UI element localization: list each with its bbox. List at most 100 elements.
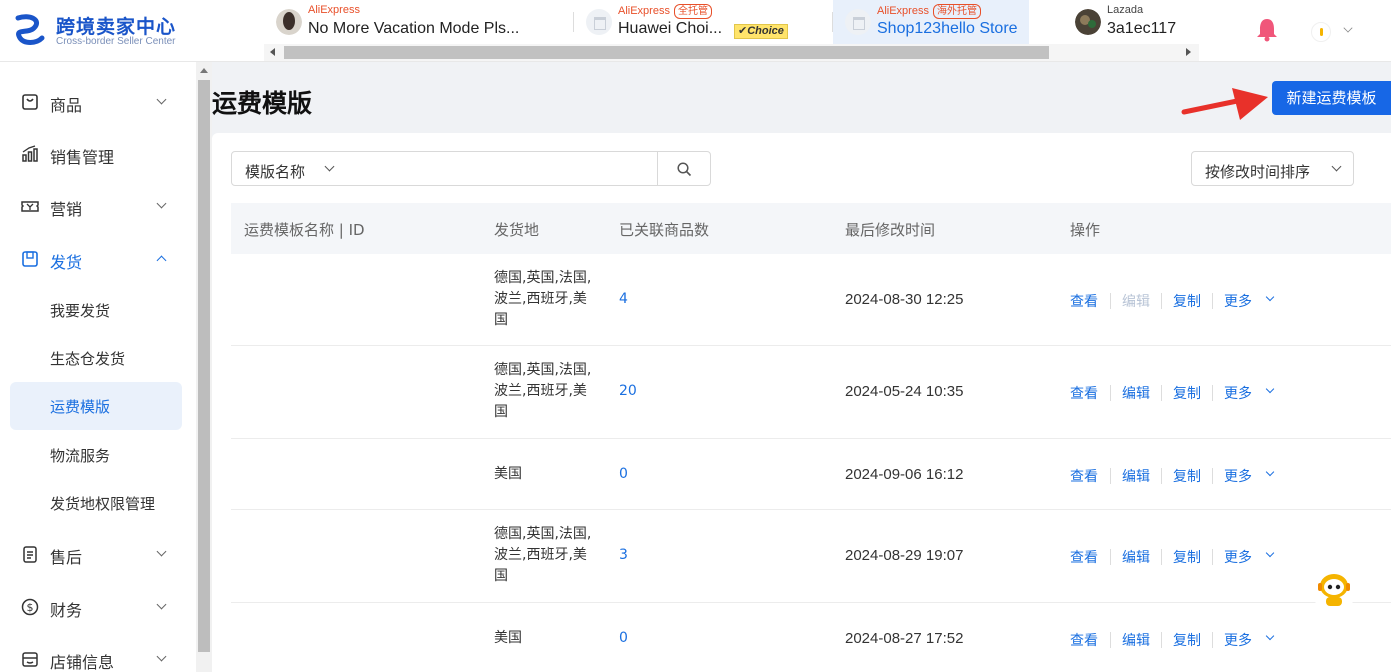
sidebar-item-finance[interactable]: $ 财务 xyxy=(10,583,182,631)
scroll-up-icon[interactable] xyxy=(200,68,208,73)
search-input[interactable] xyxy=(347,151,658,186)
scroll-left-icon[interactable] xyxy=(270,48,275,56)
sidebar-scrollbar[interactable] xyxy=(196,62,212,672)
sidebar-subitem-ship-now[interactable]: 我要发货 xyxy=(10,286,182,334)
linked-count-link[interactable]: 4 xyxy=(619,291,628,307)
copy-link[interactable]: 复制 xyxy=(1173,291,1201,311)
scrollbar-thumb[interactable] xyxy=(198,80,210,652)
search-field-select[interactable]: 模版名称 xyxy=(231,151,348,186)
shop-platform: AliExpress 全托管 xyxy=(618,4,712,19)
search-button[interactable] xyxy=(657,151,711,186)
chevron-up-icon xyxy=(156,255,167,266)
linked-count-link[interactable]: 20 xyxy=(619,383,637,399)
new-freight-template-button[interactable]: 新建运费模板 xyxy=(1272,81,1391,115)
shop-tab-4[interactable]: Lazada 3a1ec117 xyxy=(1063,0,1199,44)
chevron-down-icon[interactable] xyxy=(1265,548,1275,558)
sidebar-subitem-logistics[interactable]: 物流服务 xyxy=(10,431,182,479)
column-header: 最后修改时间 xyxy=(845,221,936,239)
scrollbar-thumb[interactable] xyxy=(284,46,1049,59)
edit-link[interactable]: 编辑 xyxy=(1122,630,1150,650)
divider xyxy=(1110,632,1111,648)
edit-link[interactable]: 编辑 xyxy=(1122,466,1150,486)
view-link[interactable]: 查看 xyxy=(1070,291,1098,311)
chevron-down-icon[interactable] xyxy=(1265,467,1275,477)
shop-platform: Lazada xyxy=(1107,4,1144,16)
divider xyxy=(1212,385,1213,401)
search-icon xyxy=(677,162,692,177)
shop-name: 3a1ec117 xyxy=(1107,20,1177,37)
sidebar-subitem-label: 物流服务 xyxy=(50,447,111,465)
view-link[interactable]: 查看 xyxy=(1070,547,1098,567)
column-header: 发货地 xyxy=(494,221,540,239)
chevron-down-icon xyxy=(156,546,167,557)
sidebar-subitem-origin-permissions[interactable]: 发货地权限管理 xyxy=(10,479,182,527)
shop-switcher: AliExpress No More Vacation Mode Pls... … xyxy=(264,0,1199,44)
sidebar-item-store-info[interactable]: 店铺信息 xyxy=(10,635,182,672)
chevron-down-icon[interactable] xyxy=(1265,631,1275,641)
store-icon xyxy=(22,652,38,667)
edit-link[interactable]: 编辑 xyxy=(1122,291,1150,311)
logo[interactable]: 跨境卖家中心 Cross-border Seller Center xyxy=(10,10,190,50)
box-icon xyxy=(22,251,38,267)
more-link[interactable]: 更多 xyxy=(1224,630,1252,650)
divider xyxy=(1212,549,1213,565)
copy-link[interactable]: 复制 xyxy=(1173,466,1201,486)
view-link[interactable]: 查看 xyxy=(1070,466,1098,486)
sidebar-subitem-freight-templates[interactable]: 运费模版 xyxy=(10,382,182,430)
scroll-right-icon[interactable] xyxy=(1186,48,1191,56)
dollar-icon: $ xyxy=(21,598,39,616)
shop-tab-1[interactable]: AliExpress No More Vacation Mode Pls... xyxy=(264,0,574,44)
sidebar-item-sales[interactable]: 销售管理 xyxy=(10,130,182,178)
sidebar-item-after-sales[interactable]: 售后 xyxy=(10,530,182,578)
linked-count-link[interactable]: 0 xyxy=(619,466,628,482)
user-avatar[interactable] xyxy=(1311,22,1331,42)
chart-icon xyxy=(22,145,38,162)
shop-platform: AliExpress xyxy=(308,4,360,16)
sort-select[interactable]: 按修改时间排序 xyxy=(1191,151,1354,186)
clipboard-icon xyxy=(23,546,37,563)
chevron-down-icon xyxy=(156,94,167,105)
shop-tab-3[interactable]: AliExpress 海外托管 Shop123hello Store xyxy=(833,0,1029,44)
edit-link[interactable]: 编辑 xyxy=(1122,547,1150,567)
product-icon xyxy=(22,94,38,110)
select-value: 模版名称 xyxy=(245,163,306,181)
more-link[interactable]: 更多 xyxy=(1224,291,1252,311)
sidebar-item-label: 营销 xyxy=(50,200,83,219)
sidebar-subitem-label: 运费模版 xyxy=(50,398,111,416)
chevron-down-icon[interactable] xyxy=(1265,384,1275,394)
shop-scrollbar[interactable] xyxy=(264,44,1199,61)
edit-link[interactable]: 编辑 xyxy=(1122,383,1150,403)
shop-avatar xyxy=(276,9,302,35)
copy-link[interactable]: 复制 xyxy=(1173,383,1201,403)
sidebar-subitem-eco-warehouse[interactable]: 生态仓发货 xyxy=(10,334,182,382)
column-header: 已关联商品数 xyxy=(619,221,710,239)
view-link[interactable]: 查看 xyxy=(1070,630,1098,650)
notification-bell-icon[interactable] xyxy=(1255,16,1279,42)
sidebar-item-marketing[interactable]: 营销 xyxy=(10,182,182,230)
sidebar-item-products[interactable]: 商品 xyxy=(10,78,182,126)
table-row: 德国,英国,法国,波兰,西班牙,美国 3 2024-08-29 19:07 查看… xyxy=(231,510,1391,603)
copy-link[interactable]: 复制 xyxy=(1173,630,1201,650)
shop-name: No More Vacation Mode Pls... xyxy=(308,20,520,37)
shop-platform: AliExpress 海外托管 xyxy=(877,4,981,19)
linked-count-link[interactable]: 0 xyxy=(619,630,628,646)
more-link[interactable]: 更多 xyxy=(1224,466,1252,486)
view-link[interactable]: 查看 xyxy=(1070,383,1098,403)
linked-count-link[interactable]: 3 xyxy=(619,547,628,563)
sidebar-item-label: 商品 xyxy=(50,96,83,115)
more-link[interactable]: 更多 xyxy=(1224,383,1252,403)
shop-tab-2[interactable]: AliExpress 全托管 Huawei Choi... ✔Choice xyxy=(574,0,833,44)
sidebar-item-shipping[interactable]: 发货 xyxy=(10,235,182,283)
page-title: 运费模版 xyxy=(212,89,313,118)
table-header: 运费模板名称 | ID 发货地 已关联商品数 最后修改时间 操作 xyxy=(231,203,1391,254)
copy-link[interactable]: 复制 xyxy=(1173,547,1201,567)
origin-cell: 德国,英国,法国,波兰,西班牙,美国 xyxy=(494,270,592,328)
more-link[interactable]: 更多 xyxy=(1224,547,1252,567)
assistant-robot-icon[interactable] xyxy=(1311,566,1357,612)
ticket-icon xyxy=(21,201,39,212)
select-value: 按修改时间排序 xyxy=(1205,163,1311,181)
table-row: 德国,英国,法国,波兰,西班牙,美国 20 2024-05-24 10:35 查… xyxy=(231,346,1391,439)
chevron-down-icon xyxy=(1331,161,1342,172)
chevron-down-icon[interactable] xyxy=(1265,292,1275,302)
chevron-down-icon[interactable] xyxy=(1343,23,1353,33)
